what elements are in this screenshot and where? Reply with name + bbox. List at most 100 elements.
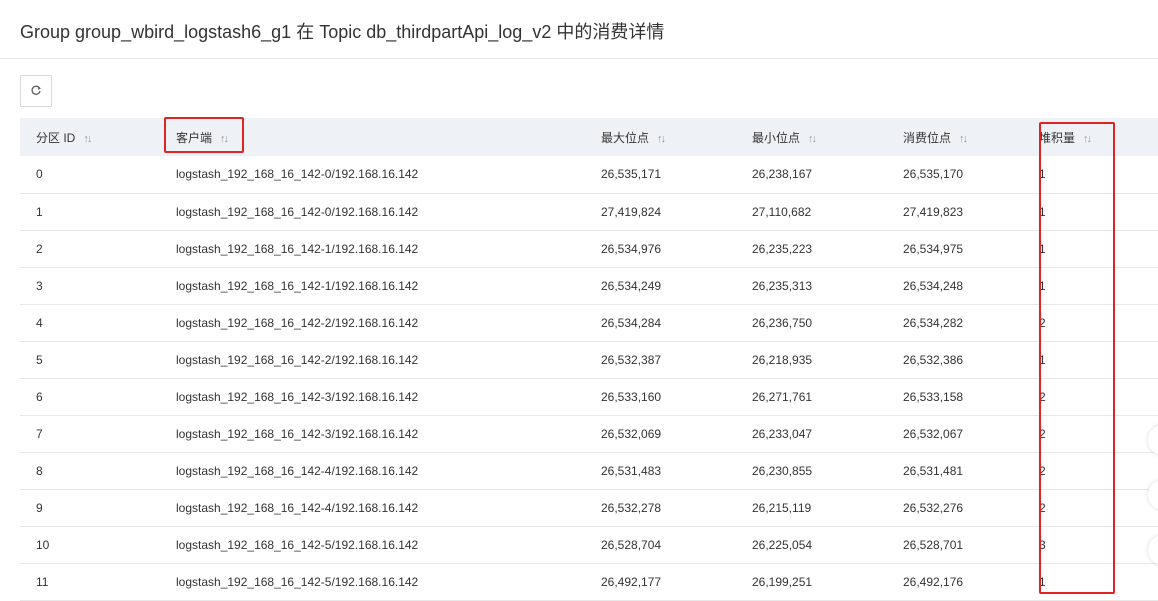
column-header-label: 最大位点 [601, 130, 650, 145]
cell-backlog: 2 [1039, 500, 1046, 515]
cell-max-offset: 26,532,069 [601, 426, 662, 441]
cell-backlog: 2 [1039, 389, 1046, 404]
column-header-backlog[interactable]: 堆积量 ↑↓ [1023, 118, 1158, 156]
cell-consumer-offset: 26,492,176 [903, 574, 964, 589]
cell-max-offset: 26,532,278 [601, 500, 662, 515]
cell-backlog: 1 [1039, 352, 1046, 367]
cell-consumer-offset: 26,532,067 [903, 426, 964, 441]
cell-max-offset: 26,534,976 [601, 241, 662, 256]
refresh-icon [31, 85, 41, 95]
cell-backlog: 3 [1039, 537, 1046, 552]
cell-min-offset: 26,225,054 [752, 537, 813, 552]
cell-partition-id: 4 [36, 315, 43, 330]
cell-backlog: 2 [1039, 426, 1046, 441]
cell-partition-id: 9 [36, 500, 43, 515]
sort-icon[interactable]: ↑↓ [657, 133, 666, 145]
cell-partition-id: 11 [36, 574, 49, 589]
cell-min-offset: 26,271,761 [752, 389, 813, 404]
column-header-label: 堆积量 [1039, 130, 1076, 145]
cell-client: logstash_192_168_16_142-0/192.168.16.142 [176, 167, 419, 182]
cell-partition-id: 0 [36, 167, 43, 182]
cell-consumer-offset: 27,419,823 [903, 204, 964, 219]
cell-min-offset: 26,233,047 [752, 426, 813, 441]
cell-max-offset: 26,528,704 [601, 537, 662, 552]
cell-client: logstash_192_168_16_142-1/192.168.16.142 [176, 241, 419, 256]
column-header-client[interactable]: 客户端 ↑↓ [160, 118, 585, 156]
cell-client: logstash_192_168_16_142-1/192.168.16.142 [176, 278, 419, 293]
table-row: 9 logstash_192_168_16_142-4/192.168.16.14… [20, 489, 1158, 526]
consumer-detail-table: 分区 ID ↑↓ 客户端 ↑↓ 最大位点 ↑↓ 最小位点 ↑↓ 消费位点 ↑↓ 堆积量 ↑↓ 0 log… [20, 118, 1158, 601]
refresh-button[interactable] [20, 75, 52, 107]
cell-max-offset: 26,535,171 [601, 167, 662, 182]
cell-min-offset: 26,199,251 [752, 574, 813, 589]
cell-consumer-offset: 26,532,276 [903, 500, 964, 515]
cell-backlog: 1 [1039, 574, 1046, 589]
cell-backlog: 1 [1039, 167, 1046, 182]
page-title: Group group_wbird_logstash6_g1 在 Topic d… [20, 22, 665, 42]
cell-client: logstash_192_168_16_142-4/192.168.16.142 [176, 463, 419, 478]
cell-consumer-offset: 26,531,481 [903, 463, 964, 478]
cell-consumer-offset: 26,533,158 [903, 389, 964, 404]
cell-min-offset: 26,235,223 [752, 241, 813, 256]
cell-max-offset: 26,534,284 [601, 315, 662, 330]
cell-backlog: 1 [1039, 278, 1046, 293]
table-row: 7 logstash_192_168_16_142-3/192.168.16.14… [20, 415, 1158, 452]
cell-backlog: 1 [1039, 204, 1046, 219]
cell-max-offset: 26,532,387 [601, 352, 662, 367]
cell-client: logstash_192_168_16_142-3/192.168.16.142 [176, 389, 419, 404]
cell-max-offset: 26,533,160 [601, 389, 662, 404]
cell-client: logstash_192_168_16_142-5/192.168.16.142 [176, 574, 419, 589]
cell-client: logstash_192_168_16_142-0/192.168.16.142 [176, 204, 419, 219]
cell-client: logstash_192_168_16_142-2/192.168.16.142 [176, 352, 419, 367]
cell-partition-id: 6 [36, 389, 43, 404]
cell-max-offset: 26,492,177 [601, 574, 662, 589]
cell-partition-id: 2 [36, 241, 43, 256]
cell-client: logstash_192_168_16_142-2/192.168.16.142 [176, 315, 419, 330]
cell-min-offset: 26,218,935 [752, 352, 813, 367]
sort-icon[interactable]: ↑↓ [1083, 133, 1092, 145]
sort-icon[interactable]: ↑↓ [959, 133, 968, 145]
column-header-max-offset[interactable]: 最大位点 ↑↓ [585, 118, 736, 156]
cell-min-offset: 26,235,313 [752, 278, 813, 293]
cell-client: logstash_192_168_16_142-5/192.168.16.142 [176, 537, 419, 552]
page-header: Group group_wbird_logstash6_g1 在 Topic d… [0, 0, 1158, 59]
table-row: 0 logstash_192_168_16_142-0/192.168.16.14… [20, 156, 1158, 193]
column-header-min-offset[interactable]: 最小位点 ↑↓ [736, 118, 887, 156]
sort-icon[interactable]: ↑↓ [808, 133, 817, 145]
table-row: 2 logstash_192_168_16_142-1/192.168.16.14… [20, 230, 1158, 267]
cell-min-offset: 26,236,750 [752, 315, 813, 330]
cell-consumer-offset: 26,528,701 [903, 537, 964, 552]
table-row: 6 logstash_192_168_16_142-3/192.168.16.14… [20, 378, 1158, 415]
table-row: 1 logstash_192_168_16_142-0/192.168.16.14… [20, 193, 1158, 230]
cell-partition-id: 5 [36, 352, 43, 367]
cell-min-offset: 26,230,855 [752, 463, 813, 478]
sort-icon[interactable]: ↑↓ [220, 133, 229, 145]
cell-min-offset: 26,215,119 [752, 500, 812, 515]
column-header-consumer-offset[interactable]: 消费位点 ↑↓ [887, 118, 1023, 156]
cell-consumer-offset: 26,532,386 [903, 352, 964, 367]
cell-max-offset: 26,534,249 [601, 278, 662, 293]
cell-client: logstash_192_168_16_142-3/192.168.16.142 [176, 426, 419, 441]
cell-max-offset: 27,419,824 [601, 204, 662, 219]
cell-partition-id: 7 [36, 426, 43, 441]
sort-icon[interactable]: ↑↓ [83, 133, 92, 145]
cell-partition-id: 8 [36, 463, 43, 478]
cell-consumer-offset: 26,534,282 [903, 315, 964, 330]
column-header-label: 客户端 [176, 130, 213, 145]
cell-consumer-offset: 26,534,248 [903, 278, 964, 293]
cell-client: logstash_192_168_16_142-4/192.168.16.142 [176, 500, 419, 515]
table-row: 3 logstash_192_168_16_142-1/192.168.16.14… [20, 267, 1158, 304]
cell-min-offset: 26,238,167 [752, 167, 813, 182]
table-row: 4 logstash_192_168_16_142-2/192.168.16.14… [20, 304, 1158, 341]
column-header-label: 消费位点 [903, 130, 952, 145]
cell-consumer-offset: 26,534,975 [903, 241, 964, 256]
table-row: 8 logstash_192_168_16_142-4/192.168.16.14… [20, 452, 1158, 489]
cell-consumer-offset: 26,535,170 [903, 167, 964, 182]
cell-min-offset: 27,110,682 [752, 204, 812, 219]
column-header-partition-id[interactable]: 分区 ID ↑↓ [20, 118, 160, 156]
cell-partition-id: 10 [36, 537, 50, 552]
table-row: 11 logstash_192_168_16_142-5/192.168.16.1… [20, 563, 1158, 600]
table-row: 5 logstash_192_168_16_142-2/192.168.16.14… [20, 341, 1158, 378]
cell-backlog: 2 [1039, 315, 1046, 330]
table-row: 10 logstash_192_168_16_142-5/192.168.16.1… [20, 526, 1158, 563]
